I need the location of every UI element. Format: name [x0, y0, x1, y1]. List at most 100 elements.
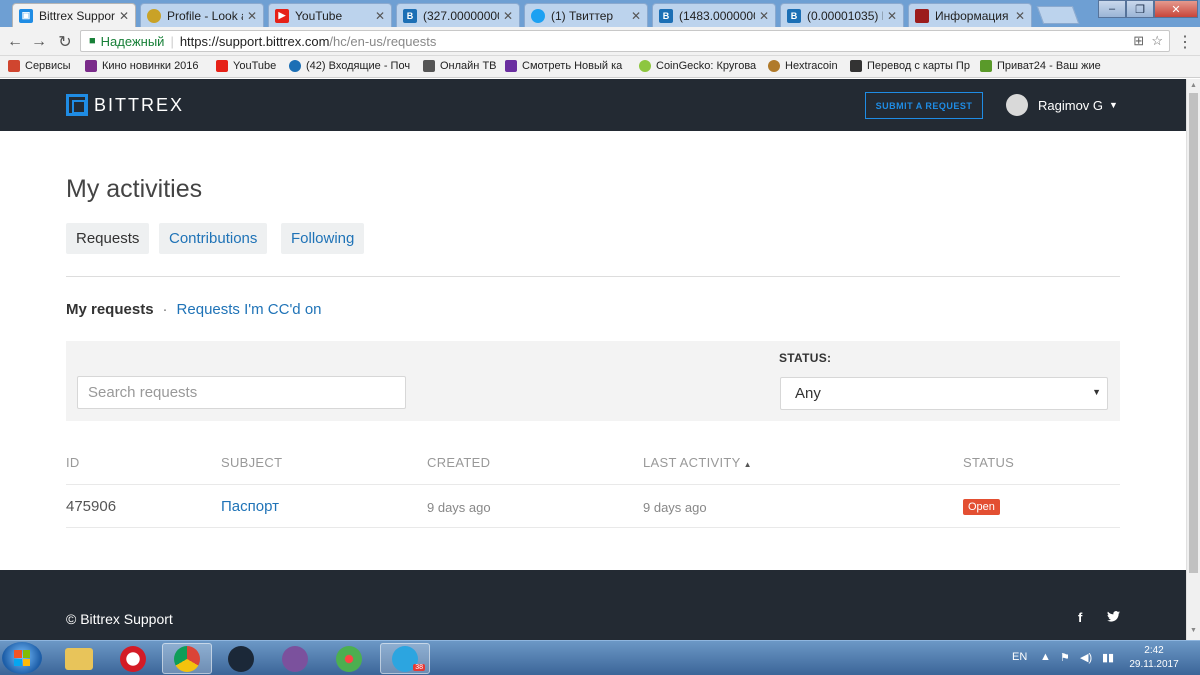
lock-icon: ■ — [89, 35, 96, 47]
bookmark-youtube[interactable]: YouTube — [216, 60, 276, 72]
bookmark-mail[interactable]: (42) Входящие - Поч — [289, 60, 410, 72]
bookmark-hextracoin[interactable]: Hextracoin — [768, 60, 838, 72]
bookmark-label: Смотреть Новый ка — [522, 60, 623, 72]
maximize-button[interactable]: ❐ — [1126, 0, 1154, 18]
screen: ▣ Bittrex Support ✕ Profile - Look at ✕ … — [0, 0, 1200, 675]
translate-icon[interactable]: ⊞ ☆ — [1133, 33, 1163, 49]
reload-icon[interactable]: ↻ — [54, 31, 76, 53]
browser-tab-bittrex-btc[interactable]: B (0.00001035) BT ✕ — [780, 3, 904, 27]
page-viewport: BITTREX SUBMIT A REQUEST Ragimov G ▼ My … — [0, 79, 1186, 640]
request-created: 9 days ago — [427, 500, 491, 515]
start-button[interactable] — [2, 642, 42, 674]
close-icon[interactable]: ✕ — [503, 9, 513, 23]
chrome-icon — [174, 645, 200, 672]
close-icon[interactable]: ✕ — [119, 9, 129, 23]
bookmark-services[interactable]: Сервисы — [8, 60, 71, 72]
taskbar-chrome[interactable] — [162, 643, 212, 674]
tv-icon — [423, 60, 435, 72]
close-icon[interactable]: ✕ — [247, 9, 257, 23]
mail-icon — [289, 60, 301, 72]
folder-icon — [65, 647, 93, 670]
user-menu[interactable]: Ragimov G ▼ — [1006, 94, 1118, 116]
tab-requests[interactable]: Requests — [66, 223, 150, 254]
subnav-separator: · — [162, 301, 168, 318]
volume-icon[interactable]: ◀) — [1080, 651, 1092, 664]
search-input[interactable] — [77, 376, 406, 409]
secure-label: Надежный — [100, 33, 165, 49]
address-bar[interactable]: ■ Надежный | https://support.bittrex.com… — [80, 30, 1170, 52]
scroll-down-arrow-icon[interactable]: ▼ — [1190, 627, 1197, 634]
bookmark-perevod[interactable]: Перевод с карты Пр — [850, 60, 970, 72]
language-indicator[interactable]: EN — [1012, 651, 1027, 663]
table-header-divider — [66, 484, 1120, 485]
bookmark-smotret[interactable]: Смотреть Новый ка — [505, 60, 622, 72]
column-header-status[interactable]: STATUS — [963, 455, 1014, 470]
logo-text: BITTREX — [94, 94, 185, 115]
column-header-subject[interactable]: SUBJECT — [221, 455, 282, 470]
close-icon[interactable]: ✕ — [759, 9, 769, 23]
window-close-button[interactable]: ✕ — [1154, 0, 1198, 18]
browser-tab-bittrex-327[interactable]: B (327.00000000) ✕ — [396, 3, 520, 27]
taskbar-opera[interactable] — [108, 643, 158, 674]
browser-tab-bittrex-1483[interactable]: B (1483.0000000 ✕ — [652, 3, 776, 27]
tab-label: (1483.0000000 — [679, 8, 755, 23]
column-header-created[interactable]: CREATED — [427, 455, 490, 470]
new-tab-button[interactable] — [1036, 6, 1080, 24]
browser-tab-info[interactable]: Информация о ✕ — [908, 3, 1032, 27]
bookmark-label: CoinGecko: Кругова — [656, 60, 757, 72]
subnav-my-requests[interactable]: My requests — [66, 301, 154, 318]
facebook-icon[interactable]: f — [1078, 610, 1082, 625]
close-icon[interactable]: ✕ — [375, 9, 385, 23]
network-signal-icon[interactable]: ▮▮ — [1102, 651, 1114, 664]
taskbar-viber[interactable] — [270, 643, 320, 674]
status-select[interactable]: Any ▼ — [780, 377, 1108, 410]
request-last-activity: 9 days ago — [643, 500, 707, 515]
taskbar-explorer[interactable] — [54, 643, 104, 674]
url-path: /hc/en-us/requests — [329, 33, 437, 49]
chevron-down-icon: ▼ — [1109, 100, 1118, 110]
taskbar-steam[interactable] — [216, 643, 266, 674]
column-header-last-activity[interactable]: LAST ACTIVITY ▲ — [643, 455, 752, 470]
close-icon[interactable]: ✕ — [631, 9, 641, 23]
menu-icon[interactable]: ⋮ — [1174, 31, 1196, 53]
bookmark-privat24[interactable]: Приват24 - Ваш жие — [980, 60, 1101, 72]
browser-tab-twitter[interactable]: (1) Твиттер ✕ — [524, 3, 648, 27]
twitter-icon[interactable] — [1107, 610, 1120, 625]
bookmark-tv[interactable]: Онлайн ТВ — [423, 60, 497, 72]
back-arrow-icon[interactable]: ← — [4, 31, 26, 53]
system-clock[interactable]: 2:42 29.11.2017 — [1128, 644, 1180, 672]
minimize-button[interactable]: – — [1098, 0, 1126, 18]
bookmark-label: Онлайн ТВ — [440, 60, 497, 72]
close-icon[interactable]: ✕ — [1015, 9, 1025, 23]
taskbar-telegram[interactable]: 38 — [380, 643, 430, 674]
table-row-divider — [66, 527, 1120, 528]
request-subject-link[interactable]: Паспорт — [221, 498, 279, 515]
submit-request-button[interactable]: SUBMIT A REQUEST — [865, 92, 983, 119]
bookmark-label: Перевод с карты Пр — [867, 60, 970, 72]
youtube-icon — [216, 60, 228, 72]
tab-contributions[interactable]: Contributions — [159, 223, 268, 254]
bookmark-coingecko[interactable]: CoinGecko: Кругова — [639, 60, 756, 72]
scroll-up-arrow-icon[interactable]: ▲ — [1190, 82, 1197, 89]
url-host: https://support.bittrex.com — [179, 33, 330, 49]
forward-arrow-icon[interactable]: → — [28, 31, 50, 53]
action-center-icon[interactable]: ⚑ — [1060, 651, 1070, 664]
tab-following[interactable]: Following — [281, 223, 365, 254]
windows-logo-icon — [14, 650, 30, 666]
taskbar-icq[interactable] — [324, 643, 374, 674]
close-icon[interactable]: ✕ — [887, 9, 897, 23]
windows-taskbar: 38 EN ▲ ⚑ ◀) ▮▮ 2:42 29.11.2017 — [0, 640, 1200, 675]
column-header-id[interactable]: ID — [66, 455, 80, 470]
show-hidden-icons-icon[interactable]: ▲ — [1040, 651, 1051, 663]
steam-icon — [228, 645, 254, 672]
tab-label: Profile - Look at — [167, 8, 243, 23]
browser-tab-bittrex-support[interactable]: ▣ Bittrex Support ✕ — [12, 3, 136, 27]
subnav-cc-requests[interactable]: Requests I'm CC'd on — [177, 301, 322, 318]
scrollbar-thumb[interactable] — [1189, 93, 1198, 573]
tab-label: Информация о — [935, 8, 1011, 23]
bittrex-logo[interactable]: BITTREX — [66, 94, 184, 116]
page-scrollbar[interactable]: ▲ ▼ — [1186, 79, 1200, 640]
browser-tab-youtube[interactable]: ▶ YouTube ✕ — [268, 3, 392, 27]
browser-tab-profile[interactable]: Profile - Look at ✕ — [140, 3, 264, 27]
bookmark-kino[interactable]: Кино новинки 2016 — [85, 60, 199, 72]
